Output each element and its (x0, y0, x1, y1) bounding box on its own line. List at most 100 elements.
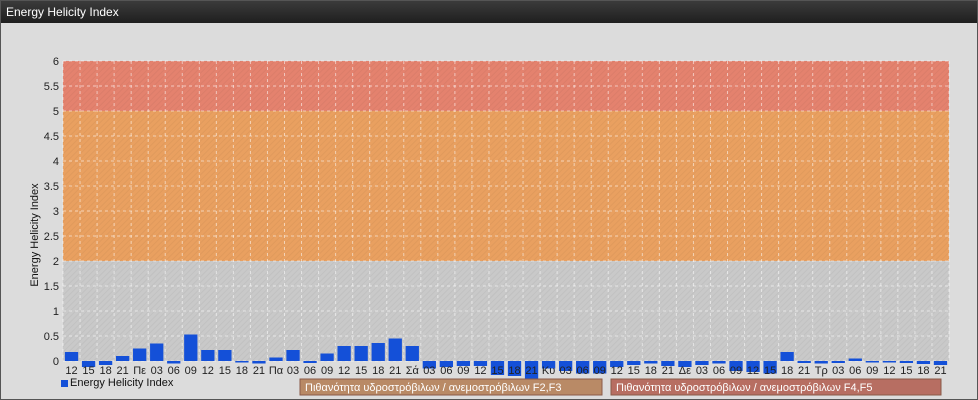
bar (644, 361, 658, 364)
bar (388, 338, 402, 361)
x-tick-label: Σά (406, 365, 420, 377)
x-tick-label: 18 (917, 365, 929, 377)
x-tick-label: 12 (883, 365, 895, 377)
bar (218, 350, 232, 361)
x-tick-label: 06 (713, 365, 725, 377)
x-tick-label: 21 (389, 365, 401, 377)
x-tick-label: 21 (798, 365, 810, 377)
x-tick-label: 06 (577, 365, 589, 377)
bar (371, 343, 385, 361)
y-tick-label: 2.5 (44, 231, 59, 243)
x-tick-label: 18 (236, 365, 248, 377)
window-title: Energy Helicity Index (1, 1, 977, 23)
y-tick-label: 4 (53, 156, 59, 168)
bar (831, 361, 845, 363)
x-tick-label: Πε (133, 365, 146, 377)
bar (133, 348, 147, 361)
x-tick-label: 18 (508, 365, 520, 377)
x-tick-label: 15 (355, 365, 367, 377)
y-tick-label: 2 (53, 256, 59, 268)
x-tick-label: 12 (338, 365, 350, 377)
bar (167, 361, 181, 364)
y-tick-label: 3 (53, 206, 59, 218)
x-tick-label: 03 (696, 365, 708, 377)
bar (303, 361, 317, 363)
x-tick-label: 15 (219, 365, 231, 377)
x-tick-label: Πα (269, 365, 284, 377)
x-tick-label: 09 (866, 365, 878, 377)
bar (780, 352, 794, 361)
x-tick-label: 09 (730, 365, 742, 377)
bar (269, 357, 283, 361)
x-tick-label: 03 (560, 365, 572, 377)
bar (882, 361, 897, 363)
legend-band-f2f3-label: Πιθανότητα υδροστρόβιλων / ανεμοστρόβιλω… (305, 382, 562, 394)
x-tick-label: 21 (662, 365, 674, 377)
x-tick-label: 21 (525, 365, 537, 377)
legend-swatch-ehi (61, 380, 68, 387)
bar (814, 361, 828, 364)
bar (848, 358, 862, 361)
chart-panel: Energy Helicity Index 0 0.5 1 1.5 2 2.5 3 3.5 4 4… (0, 0, 978, 400)
y-tick-label: 0 (53, 356, 59, 368)
x-tick-label: 12 (747, 365, 759, 377)
bar (64, 352, 79, 361)
x-tick-label: 09 (185, 365, 197, 377)
energy-helicity-chart: 0 0.5 1 1.5 2 2.5 3 3.5 4 4.5 5 5.5 6 12 15 18 21 Πε 03 06… (29, 56, 950, 396)
x-tick-label: Δε (679, 365, 691, 377)
y-axis-title: Energy Helicity Index (29, 183, 41, 287)
y-tick-label: 1 (53, 306, 59, 318)
x-tick-label: 06 (304, 365, 316, 377)
plot-area: 0 0.5 1 1.5 2 2.5 3 3.5 4 4.5 5 5.5 6 12 15 18 21 Πε 03 06… (1, 23, 977, 399)
x-tick-label: 12 (202, 365, 214, 377)
y-tick-label: 5 (53, 106, 59, 118)
bar (235, 361, 249, 363)
y-tick-label: 3.5 (44, 181, 59, 193)
x-tick-label: 15 (900, 365, 912, 377)
x-tick-label: 12 (474, 365, 486, 377)
bar (405, 346, 419, 361)
x-tick-label: 09 (321, 365, 333, 377)
bar (865, 361, 879, 363)
x-tick-label: 06 (440, 365, 452, 377)
bar (252, 361, 266, 364)
bar (286, 350, 300, 361)
x-tick-label: 21 (253, 365, 265, 377)
y-tick-label: 0.5 (44, 331, 59, 343)
x-tick-label: 09 (594, 365, 606, 377)
x-tick-label: Τρ (815, 365, 828, 377)
y-tick-label: 5.5 (44, 81, 59, 93)
x-tick-label: 15 (764, 365, 776, 377)
y-tick-label: 6 (53, 56, 59, 68)
bar (320, 353, 334, 361)
x-tick-label: 03 (832, 365, 844, 377)
x-tick-label: Κυ (542, 365, 555, 377)
bar (337, 346, 351, 361)
x-tick-label: 21 (934, 365, 946, 377)
x-tick-label: 18 (645, 365, 657, 377)
bar (150, 343, 164, 361)
bar (201, 350, 215, 361)
y-tick-label: 4.5 (44, 131, 59, 143)
x-tick-label: 12 (611, 365, 623, 377)
bar (115, 356, 130, 361)
bar (184, 334, 198, 361)
x-tick-label: 06 (168, 365, 180, 377)
x-tick-label: 18 (99, 365, 111, 377)
bar (899, 361, 914, 363)
x-tick-label: 15 (491, 365, 503, 377)
x-tick-label: 03 (151, 365, 163, 377)
x-tick-label: 15 (628, 365, 640, 377)
legend-band-f4f5-label: Πιθανότητα υδροστρόβιλων / ανεμοστρόβιλω… (616, 382, 873, 394)
x-tick-label: 03 (423, 365, 435, 377)
bar (916, 361, 931, 364)
x-tick-label: 18 (372, 365, 384, 377)
bar (797, 361, 811, 363)
x-tick-label: 09 (457, 365, 469, 377)
x-tick-label: 18 (781, 365, 793, 377)
bar (712, 361, 726, 364)
bar (354, 346, 368, 361)
x-tick-label: 15 (82, 365, 94, 377)
x-tick-label: 06 (849, 365, 861, 377)
x-tick-label: 21 (117, 365, 129, 377)
